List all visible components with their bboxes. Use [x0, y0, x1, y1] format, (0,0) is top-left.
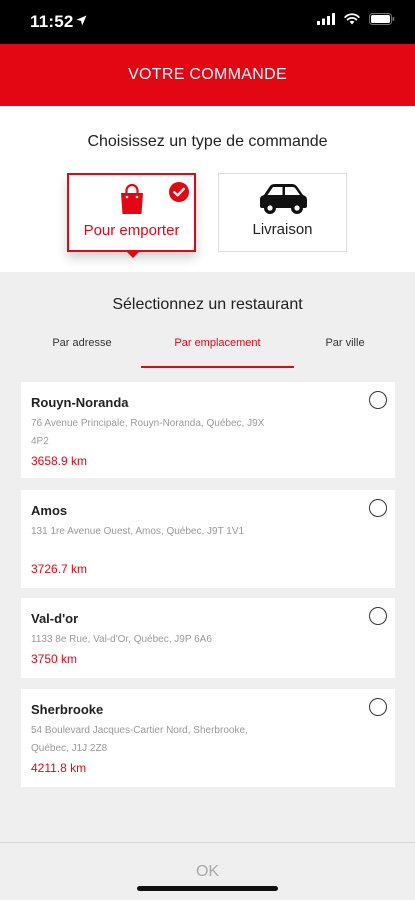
footer-bar: OK — [0, 842, 415, 900]
restaurant-distance: 3658.9 km — [31, 454, 88, 468]
selected-check-icon — [169, 182, 189, 207]
restaurant-card[interactable]: Amos 131 1re Avenue Ouest, Amos, Québec,… — [21, 490, 395, 588]
restaurant-name: Rouyn-Noranda — [31, 395, 129, 410]
delivery-option[interactable]: Livraison — [218, 173, 347, 252]
status-icons — [317, 13, 395, 25]
radio-button[interactable] — [369, 391, 387, 409]
radio-button[interactable] — [369, 698, 387, 716]
restaurant-name: Sherbrooke — [31, 702, 104, 717]
battery-icon — [369, 13, 395, 25]
order-type-section: Choisissez un type de commande Pour empo… — [0, 106, 415, 272]
wifi-icon — [344, 13, 360, 25]
tab-by-location[interactable]: Par emplacement — [141, 330, 294, 368]
restaurant-select-title: Sélectionnez un restaurant — [112, 296, 303, 313]
home-indicator — [137, 886, 278, 891]
restaurant-name: Amos — [31, 503, 68, 518]
page-title: VOTRE COMMANDE — [128, 66, 287, 83]
restaurant-distance: 3750 km — [31, 652, 78, 666]
location-arrow-icon — [76, 15, 87, 26]
tab-by-address[interactable]: Par adresse — [28, 330, 136, 368]
car-icon — [219, 182, 346, 216]
signal-icon — [317, 13, 335, 25]
delivery-label: Livraison — [252, 221, 313, 238]
restaurant-address: 54 Boulevard Jacques-Cartier Nord, Sherb… — [31, 725, 248, 754]
radio-button[interactable] — [369, 499, 387, 517]
radio-button[interactable] — [369, 607, 387, 625]
restaurant-distance: 3726.7 km — [31, 562, 88, 576]
restaurant-card[interactable]: Sherbrooke 54 Boulevard Jacques-Cartier … — [21, 689, 395, 787]
restaurant-name: Val-d'or — [31, 611, 79, 626]
status-time: 11:52 — [30, 12, 74, 31]
restaurant-address: 76 Avenue Principale, Rouyn-Noranda, Qué… — [31, 418, 265, 447]
status-bar: 11:52 — [0, 0, 415, 44]
page-header: VOTRE COMMANDE — [0, 44, 415, 106]
search-tabs: Par adresse Par emplacement Par ville — [0, 330, 415, 368]
selection-pointer — [127, 252, 139, 258]
tab-by-city[interactable]: Par ville — [300, 330, 390, 368]
ok-button[interactable]: OK — [0, 863, 415, 881]
restaurant-card[interactable]: Val-d'or 1133 8e Rue, Val-d'Or, Québec, … — [21, 598, 395, 678]
takeout-option[interactable]: Pour emporter — [67, 173, 196, 252]
restaurant-distance: 4211.8 km — [31, 761, 87, 775]
takeout-label: Pour emporter — [83, 222, 180, 239]
restaurant-address: 131 1re Avenue Ouest, Amos, Québec, J9T … — [31, 526, 245, 537]
restaurant-card[interactable]: Rouyn-Noranda 76 Avenue Principale, Rouy… — [21, 382, 395, 478]
order-type-title: Choisissez un type de commande — [87, 133, 328, 150]
restaurant-address: 1133 8e Rue, Val-d'Or, Québec, J9P 6A6 — [31, 634, 212, 645]
